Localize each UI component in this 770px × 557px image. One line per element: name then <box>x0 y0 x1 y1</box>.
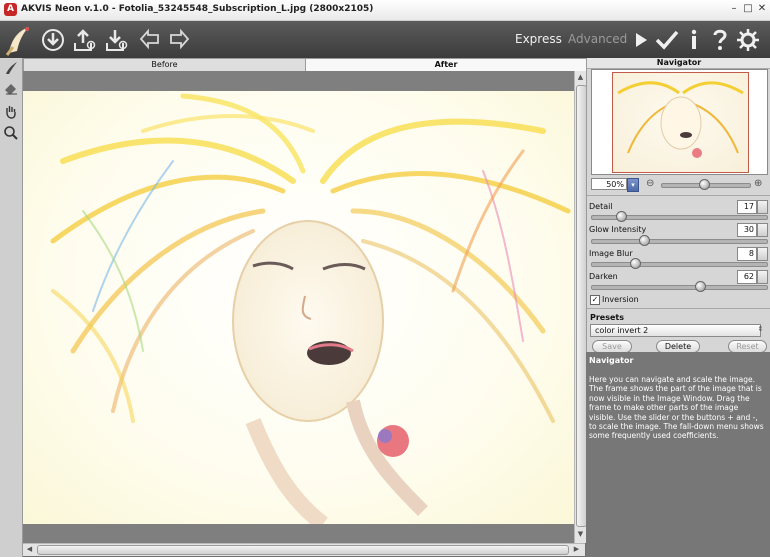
advanced-mode-button[interactable]: Advanced <box>568 32 627 46</box>
glow-intensity-value-field[interactable]: 30 <box>737 223 757 237</box>
param-label-glow-intensity: Glow Intensity <box>589 225 647 234</box>
express-mode-button[interactable]: Express <box>515 32 562 46</box>
apply-icon[interactable] <box>654 27 680 53</box>
darken-value-field[interactable]: 62 <box>737 270 757 284</box>
neon-portrait-image[interactable] <box>23 91 574 524</box>
darken-slider-knob[interactable] <box>695 281 706 292</box>
info-icon[interactable] <box>681 27 707 53</box>
zoom-out-icon[interactable]: ⊖ <box>646 178 654 189</box>
undo-icon[interactable] <box>138 27 164 53</box>
divider <box>587 195 770 196</box>
eraser-tool-icon[interactable] <box>3 80 19 96</box>
close-button[interactable]: ✕ <box>755 2 769 16</box>
help-title: Navigator <box>589 356 634 365</box>
batch-process-icon[interactable] <box>103 27 129 53</box>
settings-icon[interactable] <box>735 27 761 53</box>
param-label-image-blur: Image Blur <box>589 249 633 258</box>
help-panel: Navigator Here you can navigate and scal… <box>586 352 770 557</box>
help-text: Here you can navigate and scale the imag… <box>589 375 764 441</box>
detail-spinner[interactable] <box>757 200 768 214</box>
image-window[interactable] <box>23 71 574 543</box>
title-bar: A AKVIS Neon v.1.0 - Fotolia_53245548_Su… <box>0 0 770 21</box>
navigator-title: Navigator <box>587 58 770 69</box>
save-image-icon[interactable] <box>71 27 97 53</box>
preset-select[interactable]: color invert 2 <box>590 324 761 337</box>
scroll-right-icon[interactable]: ▶ <box>572 545 581 554</box>
image-blur-slider-track[interactable] <box>591 262 768 267</box>
brush-tool-icon[interactable] <box>3 60 19 76</box>
image-blur-slider-knob[interactable] <box>630 258 642 269</box>
app-logo <box>5 27 29 56</box>
darken-slider-track[interactable] <box>591 285 768 290</box>
zoom-in-icon[interactable]: ⊕ <box>754 178 762 189</box>
minimize-button[interactable]: – <box>727 2 741 16</box>
scroll-left-icon[interactable]: ◀ <box>25 545 34 554</box>
zoom-tool-icon[interactable] <box>3 125 19 141</box>
param-label-darken: Darken <box>589 272 618 281</box>
inversion-checkbox[interactable]: ✓ <box>590 295 600 305</box>
help-icon[interactable] <box>707 27 733 53</box>
open-image-icon[interactable] <box>40 27 66 53</box>
darken-spinner[interactable] <box>757 270 768 284</box>
zoom-slider-knob[interactable] <box>698 179 710 190</box>
horizontal-scrollbar[interactable]: ◀ ▶ <box>23 543 585 556</box>
image-blur-value-field[interactable]: 8 <box>737 247 757 261</box>
hand-tool-icon[interactable] <box>3 104 19 120</box>
maximize-button[interactable]: □ <box>741 2 755 16</box>
glow-intensity-slider-knob[interactable] <box>639 235 650 246</box>
divider <box>587 308 770 309</box>
detail-value-field[interactable]: 17 <box>737 200 757 214</box>
app-icon: A <box>4 3 17 16</box>
window-title: AKVIS Neon v.1.0 - Fotolia_53245548_Subs… <box>21 4 374 14</box>
navigator-preview[interactable] <box>591 69 768 175</box>
navigator-thumbnail <box>617 81 744 158</box>
detail-slider-knob[interactable] <box>616 211 628 222</box>
preset-dropdown-icon[interactable]: ⇕ <box>756 324 765 335</box>
scroll-up-icon[interactable]: ▲ <box>576 73 585 82</box>
zoom-dropdown-icon[interactable]: ▾ <box>627 178 639 192</box>
horizontal-scroll-thumb[interactable] <box>37 545 569 555</box>
glow-intensity-spinner[interactable] <box>757 223 768 237</box>
tab-before[interactable]: Before <box>23 58 306 72</box>
presets-title: Presets <box>590 313 625 322</box>
glow-intensity-slider-track[interactable] <box>591 239 768 244</box>
run-icon[interactable] <box>628 27 654 53</box>
zoom-select[interactable]: 50% <box>591 178 627 190</box>
navigator-frame[interactable] <box>612 72 749 173</box>
inversion-label: Inversion <box>602 295 639 304</box>
toolbar: Express Advanced <box>0 21 770 58</box>
redo-icon[interactable] <box>165 27 191 53</box>
param-label-detail: Detail <box>589 202 613 211</box>
vertical-scrollbar[interactable]: ▲ ▼ <box>574 71 587 543</box>
neon-portrait-artwork <box>50 93 571 524</box>
scroll-down-icon[interactable]: ▼ <box>576 530 585 539</box>
tool-strip <box>0 58 23 557</box>
image-blur-spinner[interactable] <box>757 247 768 261</box>
tab-after[interactable]: After <box>305 58 587 72</box>
